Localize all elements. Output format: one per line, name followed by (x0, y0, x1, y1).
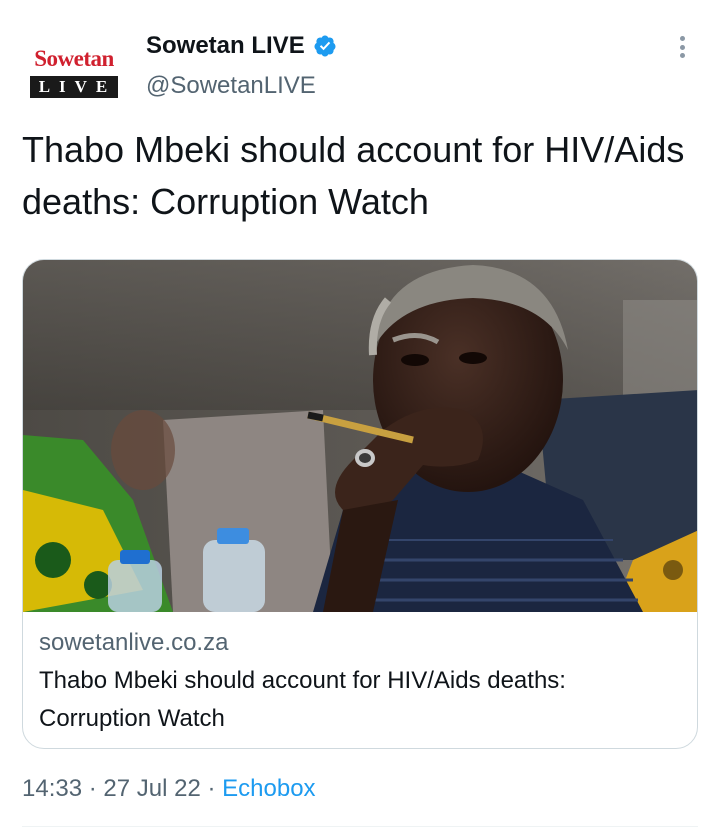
card-domain: sowetanlive.co.za (39, 629, 229, 656)
link-card[interactable]: sowetanlive.co.za Thabo Mbeki should acc… (22, 259, 698, 749)
tweet-date[interactable]: 27 Jul 22 (103, 775, 200, 802)
meta-separator: · (207, 775, 223, 802)
divider (22, 826, 698, 827)
avatar[interactable]: Sowetan LIVE (22, 36, 126, 108)
more-dot (679, 44, 685, 50)
more-dot (679, 53, 685, 58)
more-dot (679, 36, 685, 41)
tweet-header: Sowetan LIVE Sowetan LIVE @SowetanLIVE (22, 28, 698, 108)
verified-badge-icon (314, 35, 336, 57)
logo-live-bar: LIVE (29, 75, 119, 98)
card-title: Thabo Mbeki should account for HIV/Aids … (39, 667, 566, 732)
account-handle[interactable]: @SowetanLIVE (146, 68, 337, 104)
more-options-icon[interactable] (676, 32, 688, 62)
account-names: Sowetan LIVE @SowetanLIVE (146, 28, 337, 104)
card-image[interactable] (23, 260, 698, 612)
tweet-text: Thabo Mbeki should account for HIV/Aids … (22, 129, 685, 222)
tweet-time[interactable]: 14:33 (22, 775, 82, 802)
tweet-source-link[interactable]: Echobox (222, 775, 315, 802)
logo-wordmark: Sowetan (34, 45, 114, 71)
tweet-meta: 14:33 · 27 Jul 22 · Echobox (22, 771, 316, 807)
display-name-row[interactable]: Sowetan LIVE (146, 28, 337, 64)
meta-separator: · (88, 775, 104, 802)
display-name[interactable]: Sowetan LIVE (146, 28, 305, 64)
card-info: sowetanlive.co.za Thabo Mbeki should acc… (39, 626, 683, 738)
